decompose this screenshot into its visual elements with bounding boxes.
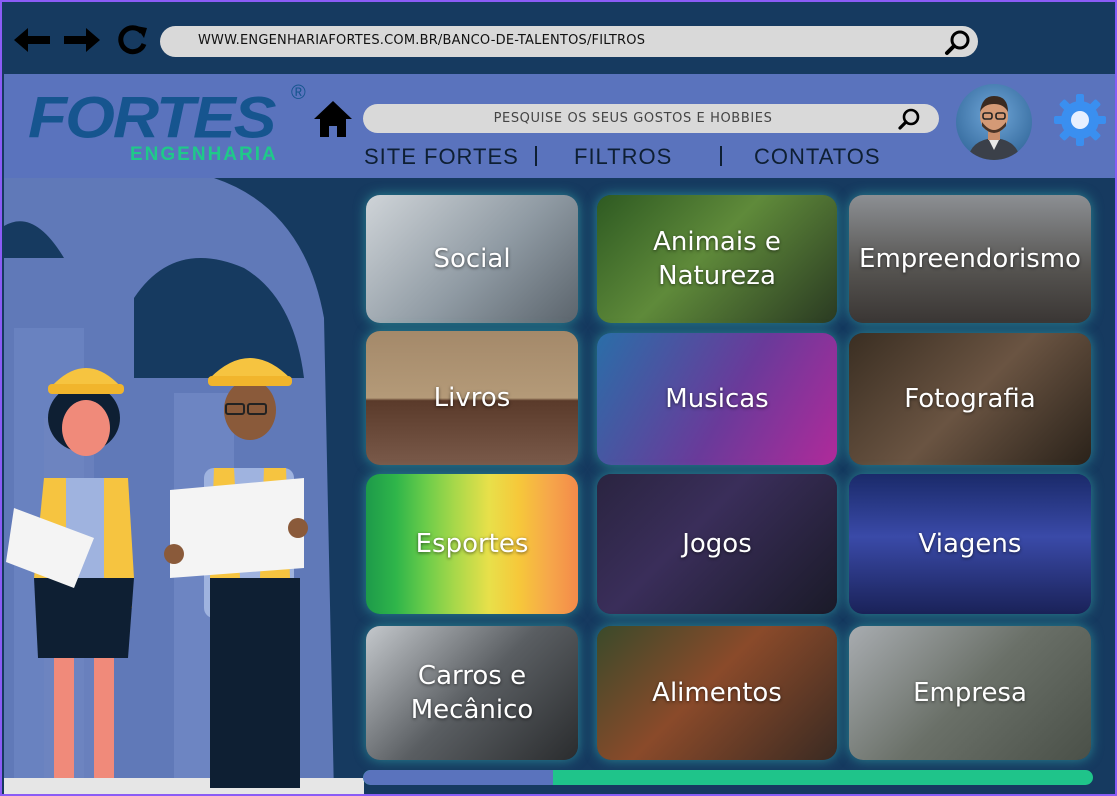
registered-mark: ® [291,82,306,104]
category-label: Social [433,244,511,274]
fortes-logo[interactable]: FORTES ® ENGENHARIA [28,82,312,168]
arrow-left-icon [14,28,50,52]
category-label: Jogos [682,529,752,559]
menu-contatos[interactable]: CONTATOS [754,144,881,170]
category-label: Musicas [665,384,769,414]
category-label: Fotografia [904,384,1036,414]
category-label: Livros [433,383,511,413]
category-tile-fotografia[interactable]: Fotografia [849,333,1091,465]
back-button[interactable] [12,22,52,58]
horizontal-scrollbar[interactable] [363,770,1093,785]
category-tile-carros-mecanico[interactable]: Carros e Mecânico [366,626,578,760]
category-label: Alimentos [652,678,782,708]
category-label: Carros e Mecânico [410,661,534,725]
category-tile-viagens[interactable]: Viagens [849,474,1091,614]
menu-site-fortes[interactable]: SITE FORTES [364,144,519,170]
category-tile-social[interactable]: Social [366,195,578,323]
category-tile-esportes[interactable]: Esportes [366,474,578,614]
category-tile-animais-natureza[interactable]: Animais e Natureza [597,195,837,323]
category-label: Empresa [913,678,1027,708]
category-tile-musicas[interactable]: Musicas [597,333,837,465]
reload-button[interactable] [112,22,152,58]
category-tile-empreendorismo[interactable]: Empreendorismo [849,195,1091,323]
category-tile-alimentos[interactable]: Alimentos [597,626,837,760]
category-label: Esportes [415,529,529,559]
arrow-right-icon [64,28,100,52]
main-content: Social Animais e Natureza Empreendorismo… [4,178,1115,794]
menu-filtros[interactable]: FILTROS [574,144,672,170]
url-text[interactable]: WWW.ENGENHARIAFORTES.COM.BR/BANCO-DE-TAL… [198,33,645,48]
browser-toolbar: WWW.ENGENHARIAFORTES.COM.BR/BANCO-DE-TAL… [2,2,1115,74]
user-avatar[interactable] [956,84,1032,160]
search-icon[interactable] [897,107,921,131]
menu-divider [535,146,537,166]
gear-icon[interactable] [1052,92,1108,148]
engineers-illustration [4,178,364,794]
category-label: Animais e Natureza [653,227,781,291]
search-icon[interactable] [944,28,972,56]
category-label: Viagens [918,529,1022,559]
site-header: FORTES ® ENGENHARIA SITE FORTES FILTROS … [4,74,1115,178]
address-bar[interactable]: WWW.ENGENHARIAFORTES.COM.BR/BANCO-DE-TAL… [160,26,978,57]
app-frame: WWW.ENGENHARIAFORTES.COM.BR/BANCO-DE-TAL… [0,0,1117,796]
logo-subtitle: ENGENHARIA [130,144,278,165]
reload-icon [118,25,147,55]
hobby-search-box [363,104,939,133]
category-label: Empreendorismo [859,244,1081,274]
avatar-portrait [968,96,1020,160]
logo-text: FORTES [28,84,276,151]
forward-button[interactable] [62,22,102,58]
category-tile-jogos[interactable]: Jogos [597,474,837,614]
scrollbar-thumb[interactable] [363,770,553,785]
category-tile-empresa[interactable]: Empresa [849,626,1091,760]
hobby-search-input[interactable] [383,104,883,133]
home-icon[interactable] [312,98,354,140]
category-tile-livros[interactable]: Livros [366,331,578,465]
menu-divider [720,146,722,166]
